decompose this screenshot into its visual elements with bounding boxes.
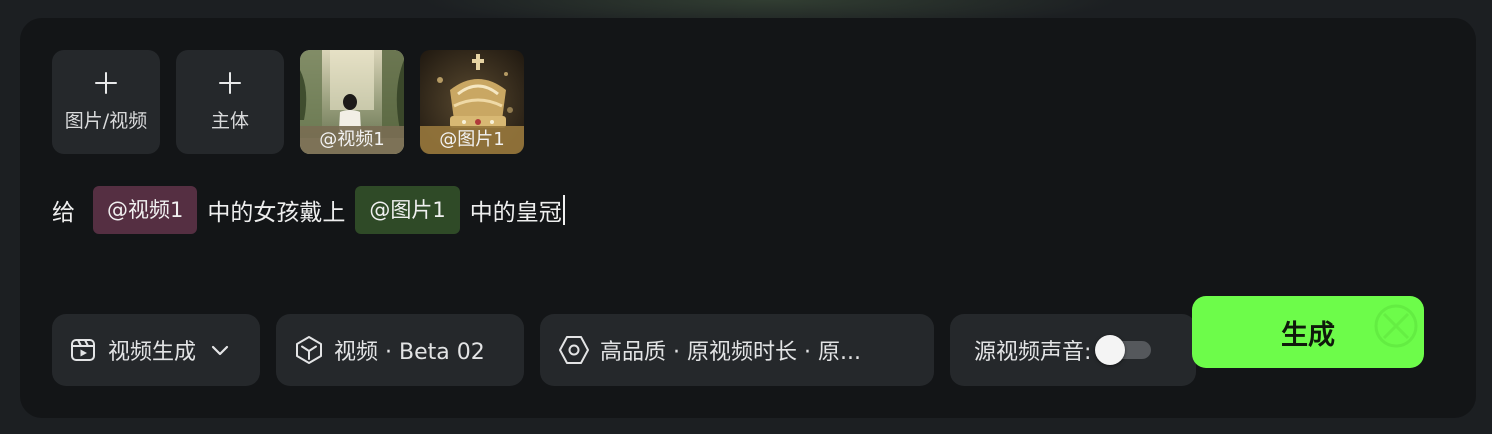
generate-button[interactable]: 生成 [1192,296,1424,368]
prompt-text-suffix: 中的皇冠 [469,200,562,226]
prompt-text-middle: 中的女孩戴上 [207,200,346,226]
text-cursor [562,195,565,225]
plus-icon [219,71,241,94]
mode-dropdown[interactable]: 视频生成 [52,314,260,386]
add-subject-button[interactable]: 主体 [176,50,284,154]
video-reference-chip[interactable]: @视频1 [93,186,198,234]
button-decoration-icon [1374,304,1418,348]
add-media-label: 图片/视频 [64,109,148,132]
mode-label: 视频生成 [108,340,197,365]
settings-hexagon-icon [558,335,590,365]
quality-settings-label: 高品质 · 原视频时长 · 原... [600,340,861,365]
model-selector[interactable]: 视频 · Beta 02 [276,314,524,386]
reference-image-thumbnail[interactable]: @图片1 [420,50,524,154]
plus-icon [95,71,117,94]
reference-video-tag: @视频1 [300,126,404,154]
toggle-knob [1095,335,1126,365]
source-audio-toggle[interactable] [1095,335,1152,365]
generate-label: 生成 [1281,319,1335,351]
chevron-down-icon [210,340,230,360]
video-generate-icon [70,337,96,363]
quality-settings-button[interactable]: 高品质 · 原视频时长 · 原... [540,314,934,386]
image-reference-chip[interactable]: @图片1 [355,186,460,234]
add-subject-label: 主体 [210,109,249,132]
prompt-text-prefix: 给 [52,200,75,226]
reference-image-tag: @图片1 [420,126,524,154]
source-audio-control: 源视频声音: [950,314,1196,386]
prompt-input[interactable]: 给 @视频1 中的女孩戴上 @图片1 中的皇冠 [52,186,565,234]
model-label: 视频 · Beta 02 [334,340,485,365]
source-audio-label: 源视频声音: [974,340,1092,365]
reference-video-thumbnail[interactable]: @视频1 [300,50,404,154]
add-media-button[interactable]: 图片/视频 [52,50,160,154]
cube-icon [294,335,324,365]
